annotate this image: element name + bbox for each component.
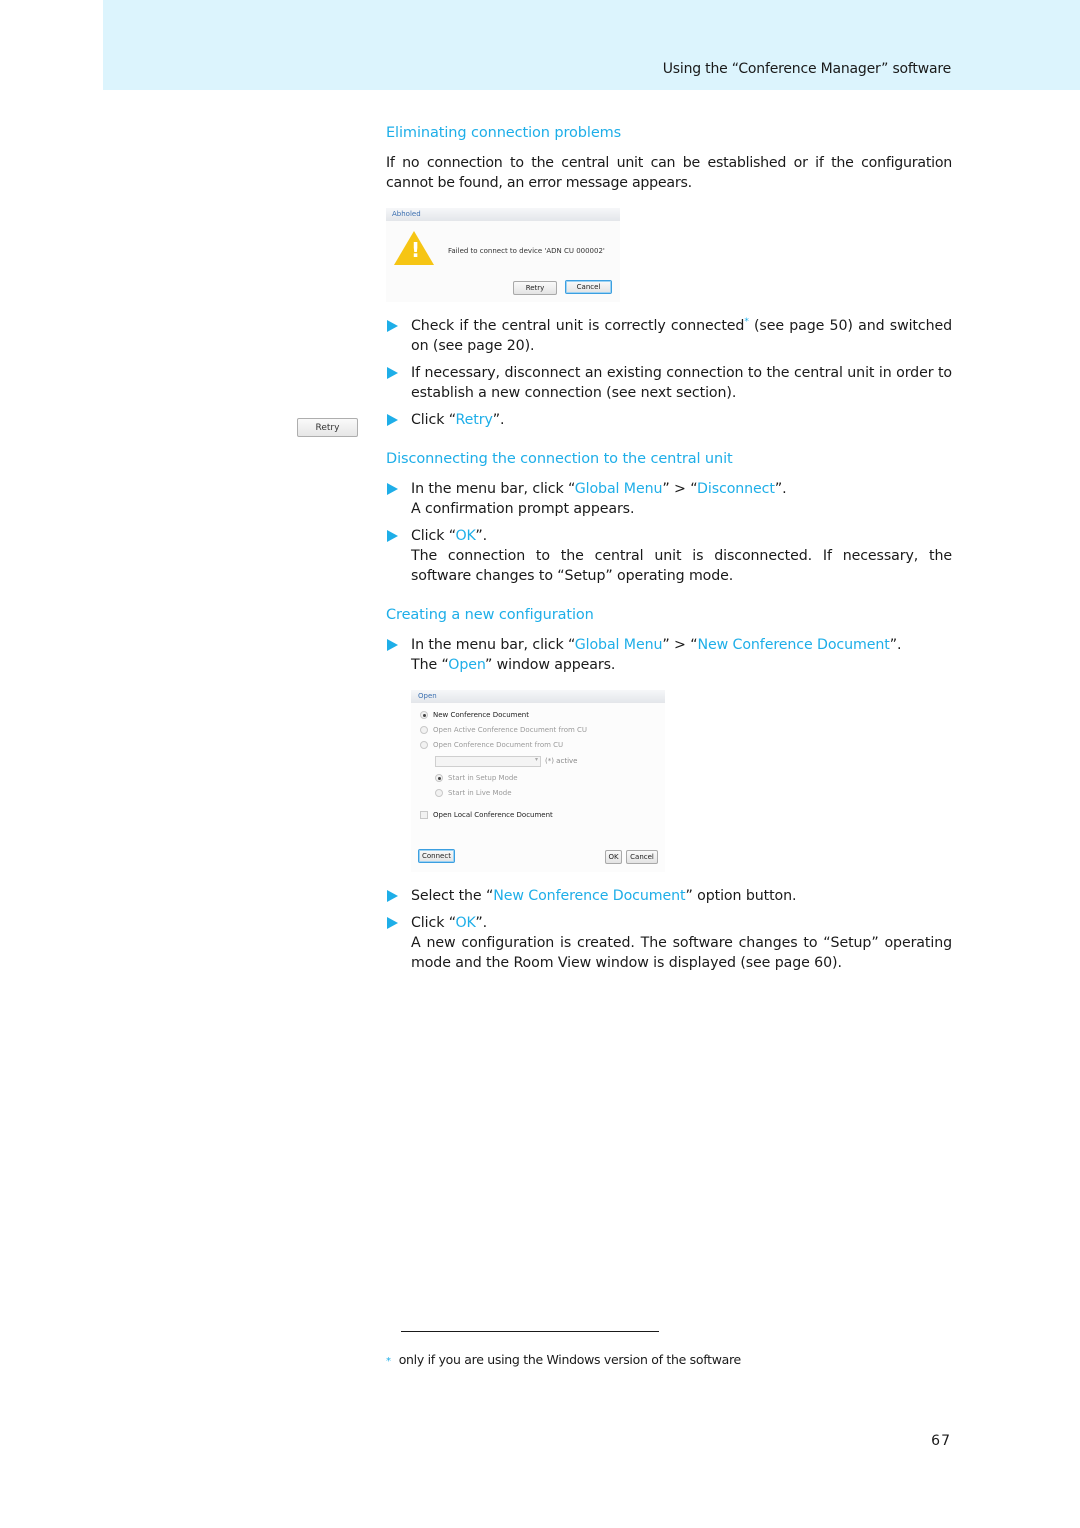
radio-icon — [420, 726, 428, 734]
step-result: The connection to the central unit is di… — [411, 548, 952, 584]
ok-link: OK — [455, 915, 476, 931]
retry-link: Retry — [455, 412, 493, 428]
global-menu-link: Global Menu — [574, 637, 663, 653]
ok-button[interactable]: OK — [605, 850, 622, 864]
disconnect-link: Disconnect — [697, 481, 775, 497]
connect-button[interactable]: Connect — [418, 849, 455, 863]
step-arrow-icon — [387, 917, 398, 929]
step-arrow-icon — [387, 367, 398, 379]
step-select-new-document: Select the “New Conference Document” opt… — [386, 886, 952, 906]
dialog-message: Failed to connect to device 'ADN CU 0000… — [448, 247, 605, 255]
section-heading-creating: Creating a new configuration — [386, 607, 594, 623]
footnote-divider — [401, 1331, 659, 1332]
dialog-title: Open — [411, 690, 665, 703]
footnote-marker: * — [386, 1356, 391, 1367]
page-number: 67 — [931, 1433, 951, 1449]
new-conference-document-link: New Conference Document — [697, 637, 890, 653]
step-check-connection: Check if the central unit is correctly c… — [386, 316, 952, 356]
section-heading-disconnecting: Disconnecting the connection to the cent… — [386, 451, 733, 467]
step-global-menu-disconnect: In the menu bar, click “Global Menu” > “… — [386, 479, 952, 519]
error-dialog-screenshot: Abholed ! Failed to connect to device 'A… — [386, 208, 620, 302]
chevron-down-icon: ▾ — [534, 756, 538, 763]
active-label: (*) active — [545, 757, 578, 765]
cancel-button[interactable]: Cancel — [626, 850, 658, 864]
checkbox-icon — [420, 811, 428, 819]
step-result: A new configuration is created. The soft… — [411, 935, 952, 971]
step-result: A confirmation prompt appears. — [411, 501, 635, 517]
option-setup-mode[interactable]: Start in Setup Mode — [435, 774, 518, 782]
open-link: Open — [448, 657, 485, 673]
step-arrow-icon — [387, 414, 398, 426]
ok-link: OK — [455, 528, 476, 544]
footnote: * only if you are using the Windows versi… — [386, 1352, 741, 1367]
document-combo[interactable]: ▾ — [435, 756, 541, 767]
section-heading-eliminating: Eliminating connection problems — [386, 125, 622, 141]
radio-icon — [420, 741, 428, 749]
step-arrow-icon — [387, 639, 398, 651]
dialog-retry-button[interactable]: Retry — [513, 281, 557, 295]
running-header: Using the “Conference Manager” software — [662, 61, 951, 77]
global-menu-link: Global Menu — [574, 481, 663, 497]
option-new-document[interactable]: New Conference Document — [420, 711, 529, 719]
step-arrow-icon — [387, 320, 398, 332]
warning-exclamation: ! — [411, 238, 421, 262]
footnote-ref[interactable]: * — [744, 317, 749, 327]
option-open-active[interactable]: Open Active Conference Document from CU — [420, 726, 587, 734]
option-live-mode[interactable]: Start in Live Mode — [435, 789, 512, 797]
option-open-local[interactable]: Open Local Conference Document — [420, 811, 553, 819]
radio-icon — [435, 789, 443, 797]
margin-retry-button-image: Retry — [297, 418, 358, 437]
dialog-cancel-button[interactable]: Cancel — [565, 280, 612, 294]
step-arrow-icon — [387, 483, 398, 495]
step-click-ok-new: Click “OK”. A new configuration is create… — [386, 913, 952, 973]
dialog-title: Abholed — [386, 208, 620, 221]
step-arrow-icon — [387, 530, 398, 542]
step-click-retry: Click “Retry”. — [386, 410, 952, 430]
step-arrow-icon — [387, 890, 398, 902]
intro-paragraph: If no connection to the central unit can… — [386, 155, 952, 191]
step-click-ok-disconnect: Click “OK”. The connection to the central… — [386, 526, 952, 586]
radio-icon — [420, 711, 428, 719]
step-disconnect-existing: If necessary, disconnect an existing con… — [386, 363, 952, 403]
radio-icon — [435, 774, 443, 782]
option-open-from-cu[interactable]: Open Conference Document from CU — [420, 741, 563, 749]
new-conference-document-link: New Conference Document — [493, 888, 686, 904]
open-dialog-screenshot: Open New Conference Document Open Active… — [411, 690, 665, 872]
step-global-menu-new: In the menu bar, click “Global Menu” > “… — [386, 635, 952, 675]
